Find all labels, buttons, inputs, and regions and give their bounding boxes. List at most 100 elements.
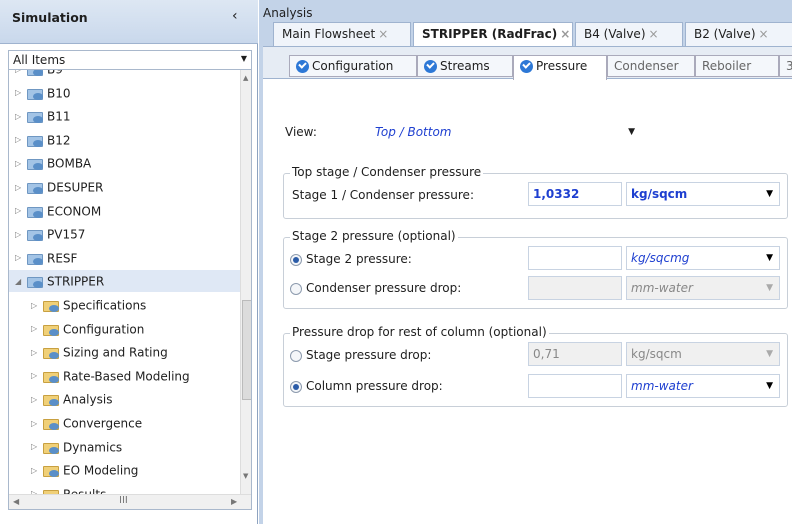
- expand-icon[interactable]: ▷: [15, 106, 27, 128]
- document-tab[interactable]: STRIPPER (RadFrac) ×: [413, 22, 573, 46]
- folder-icon: [27, 252, 44, 265]
- folder-icon: [27, 110, 44, 124]
- stage1-unit-select[interactable]: kg/sqcm ▼: [626, 182, 780, 206]
- document-tab-label: STRIPPER (RadFrac): [422, 27, 558, 41]
- tree-node[interactable]: ▷ PV157: [15, 223, 85, 245]
- document-tab[interactable]: B4 (Valve) ×: [575, 22, 683, 46]
- stage-drop-radio[interactable]: Stage pressure drop:: [290, 348, 431, 362]
- tree-node[interactable]: ▷ Convergence: [31, 412, 142, 434]
- scroll-right-icon[interactable]: ▶: [231, 497, 237, 506]
- close-icon[interactable]: ×: [560, 27, 570, 41]
- check-icon: [520, 60, 533, 73]
- chevron-down-icon: ▼: [240, 54, 247, 63]
- folder-icon: [27, 228, 44, 242]
- expand-icon[interactable]: ▷: [31, 365, 43, 387]
- expand-icon[interactable]: ▷: [31, 436, 43, 458]
- column-drop-input[interactable]: [528, 374, 622, 398]
- tree-node[interactable]: ▷ EO Modeling: [31, 459, 138, 481]
- condenser-drop-unit-select[interactable]: mm-water ▼: [626, 276, 780, 300]
- stage2-pressure-input[interactable]: [528, 246, 622, 270]
- horizontal-scrollbar[interactable]: ◀ III ▶: [9, 494, 251, 509]
- tree-node[interactable]: ▷ B9: [15, 70, 63, 80]
- tree-node-label: Specifications: [63, 298, 147, 313]
- folder-icon: [27, 134, 44, 147]
- sub-tab-strip: Configuration Streams Pressure Condenser Reb…: [263, 47, 792, 80]
- tree-node[interactable]: ▷ Configuration: [31, 318, 144, 340]
- sub-tab-label: 3: [786, 59, 792, 73]
- tree-node[interactable]: ▷ RESF: [15, 247, 77, 269]
- column-drop-radio[interactable]: Column pressure drop:: [290, 379, 443, 393]
- sub-tab[interactable]: 3: [779, 55, 792, 77]
- tree-node[interactable]: ▷ Sizing and Rating: [31, 341, 168, 363]
- expand-icon[interactable]: ▷: [31, 389, 43, 411]
- expand-icon[interactable]: ▷: [15, 247, 27, 269]
- document-tab[interactable]: B2 (Valve) ×: [685, 22, 792, 46]
- expand-icon[interactable]: ▷: [31, 295, 43, 317]
- tree-node-label: Convergence: [63, 416, 143, 431]
- stage1-pressure-input[interactable]: 1,0332: [528, 182, 622, 206]
- scroll-down-icon[interactable]: ▼: [243, 472, 248, 480]
- tree-node[interactable]: ▷ B10: [15, 82, 71, 104]
- document-tab[interactable]: Main Flowsheet ×: [273, 22, 411, 46]
- top-stage-legend: Top stage / Condenser pressure: [290, 165, 484, 179]
- sub-tab[interactable]: Configuration: [289, 55, 417, 77]
- top-stage-group: Top stage / Condenser pressure Stage 1 /…: [283, 165, 788, 219]
- tree-node[interactable]: ▷ BOMBA: [15, 152, 91, 174]
- expand-icon[interactable]: ▷: [15, 153, 27, 175]
- stage2-radio[interactable]: Stage 2 pressure:: [290, 252, 412, 266]
- filter-dropdown[interactable]: All Items ▼: [8, 50, 252, 70]
- close-icon[interactable]: ×: [759, 27, 769, 41]
- scroll-up-icon[interactable]: ▲: [243, 74, 248, 82]
- stage-drop-unit-select[interactable]: kg/sqcm ▼: [626, 342, 780, 366]
- sub-tab[interactable]: Reboiler: [695, 55, 779, 77]
- stage2-unit-select[interactable]: kg/sqcmg ▼: [626, 246, 780, 270]
- folder-icon: [27, 70, 44, 76]
- stage2-unit-value: kg/sqcmg: [631, 251, 690, 265]
- collapse-icon[interactable]: ‹: [232, 8, 238, 24]
- stage-drop-input[interactable]: 0,71: [528, 342, 622, 366]
- expand-icon[interactable]: ▷: [15, 82, 27, 104]
- view-select[interactable]: Top / Bottom ▼: [371, 121, 641, 145]
- expand-icon[interactable]: ▷: [31, 460, 43, 482]
- close-icon[interactable]: ×: [649, 27, 659, 41]
- scroll-left-icon[interactable]: ◀: [13, 497, 19, 506]
- sub-tab[interactable]: Streams: [417, 55, 513, 77]
- expanded-icon[interactable]: ◢: [15, 271, 27, 293]
- folder-icon: [43, 464, 60, 478]
- expand-icon[interactable]: ▷: [15, 129, 27, 151]
- analysis-label: Analysis: [263, 6, 313, 20]
- tree-node[interactable]: ◢ STRIPPER: [9, 270, 240, 293]
- document-tab-label: B2 (Valve): [694, 27, 756, 41]
- sub-tab[interactable]: Pressure: [513, 55, 607, 80]
- tree-node[interactable]: ▷ ECONOM: [15, 200, 101, 222]
- chevron-down-icon: ▼: [766, 283, 773, 293]
- expand-icon[interactable]: ▷: [15, 200, 27, 222]
- tree-node[interactable]: ▷ B11: [15, 105, 71, 127]
- tree-node[interactable]: ▷ DESUPER: [15, 176, 103, 198]
- tree-node[interactable]: ▷ Rate-Based Modeling: [31, 365, 190, 387]
- expand-icon[interactable]: ▷: [31, 318, 43, 340]
- condenser-drop-unit-value: mm-water: [631, 281, 693, 295]
- sub-tab[interactable]: Condenser: [607, 55, 695, 77]
- tree-node[interactable]: ▷ Specifications: [31, 294, 146, 316]
- radio-unselected-icon: [290, 349, 302, 362]
- column-drop-unit-select[interactable]: mm-water ▼: [626, 374, 780, 398]
- scroll-thumb[interactable]: [242, 300, 251, 400]
- expand-icon[interactable]: ▷: [31, 413, 43, 435]
- expand-icon[interactable]: ▷: [15, 177, 27, 199]
- condenser-drop-input[interactable]: [528, 276, 622, 300]
- tree-node[interactable]: ▷ Dynamics: [31, 436, 122, 458]
- expand-icon[interactable]: ▷: [31, 342, 43, 364]
- expand-icon[interactable]: ▷: [15, 70, 27, 81]
- tree-node[interactable]: ▷ Analysis: [31, 388, 112, 410]
- tree-node-label: Sizing and Rating: [63, 345, 168, 360]
- document-tab-label: B4 (Valve): [584, 27, 646, 41]
- close-icon[interactable]: ×: [378, 27, 388, 41]
- form-panel: Configuration Streams Pressure Condenser Reb…: [263, 46, 792, 524]
- tree-node[interactable]: ▷ B12: [15, 129, 71, 151]
- vertical-scrollbar[interactable]: ▲ ▼: [240, 70, 251, 494]
- expand-icon[interactable]: ▷: [15, 224, 27, 246]
- scroll-grip[interactable]: III: [119, 495, 128, 506]
- condenser-drop-radio[interactable]: Condenser pressure drop:: [290, 281, 461, 295]
- check-icon: [424, 60, 437, 73]
